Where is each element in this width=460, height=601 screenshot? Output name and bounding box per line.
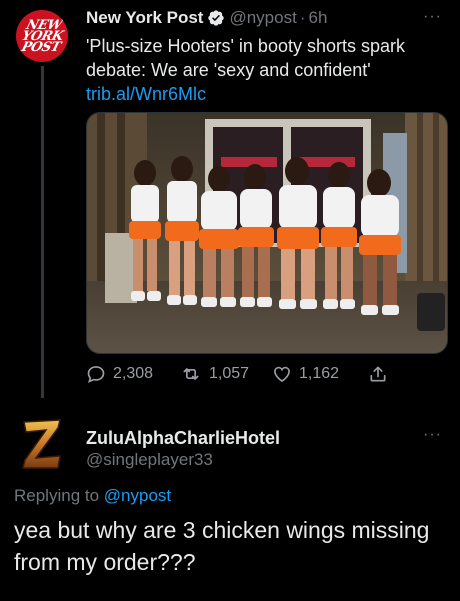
timestamp[interactable]: 6h	[309, 8, 328, 28]
avatar-logo-line: POST	[19, 39, 62, 55]
retweet-count: 1,057	[209, 365, 250, 382]
tweet-media[interactable]	[86, 112, 448, 354]
photo-of-hooters-waitresses-icon	[87, 113, 447, 353]
avatar[interactable]	[22, 418, 62, 470]
reply-action[interactable]: 2,308	[86, 364, 153, 384]
tweet-body: 'Plus-size Hooters' in booty shorts spar…	[86, 36, 405, 80]
avatar-logo: NEW YORK POST	[19, 18, 64, 55]
tweet-text: 'Plus-size Hooters' in booty shorts spar…	[86, 34, 446, 106]
share-icon	[370, 366, 386, 382]
tweet-header: New York Post @nypost · 6h	[86, 8, 327, 28]
reply-author-handle[interactable]: @singleplayer33	[86, 450, 213, 470]
reply-author-name[interactable]: ZuluAlphaCharlieHotel	[86, 428, 280, 449]
like-count: 1,162	[299, 365, 340, 382]
more-options-icon[interactable]: ···	[423, 426, 442, 444]
tweet-original[interactable]: NEW YORK POST New York Post @nypost · 6h…	[0, 0, 460, 398]
reply-icon	[87, 366, 105, 383]
more-options-icon[interactable]: ···	[423, 8, 442, 26]
avatar[interactable]: NEW YORK POST	[16, 10, 68, 62]
heart-icon	[274, 366, 290, 383]
replying-to-label: Replying to	[14, 486, 100, 505]
tweet-actions: 2,308 1,057 1,162	[86, 362, 406, 388]
author-name[interactable]: New York Post	[86, 8, 203, 28]
retweet-action[interactable]: 1,057	[180, 364, 249, 384]
reply-count: 2,308	[113, 365, 154, 382]
share-action[interactable]	[368, 364, 388, 384]
separator-dot: ·	[299, 8, 306, 27]
tweet-link[interactable]: trib.al/Wnr6Mlc	[86, 84, 206, 104]
verified-badge-icon	[208, 10, 225, 26]
replying-to-handle[interactable]: @nypost	[104, 486, 171, 505]
retweet-icon	[183, 368, 199, 380]
like-action[interactable]: 1,162	[272, 364, 339, 384]
reply-text: yea but why are 3 chicken wings missing …	[14, 517, 430, 575]
author-handle[interactable]: @nypost	[229, 8, 296, 28]
thread-line	[41, 66, 44, 398]
replying-to: Replying to @nypost	[14, 486, 171, 506]
author-avatar-column: NEW YORK POST	[16, 10, 68, 62]
